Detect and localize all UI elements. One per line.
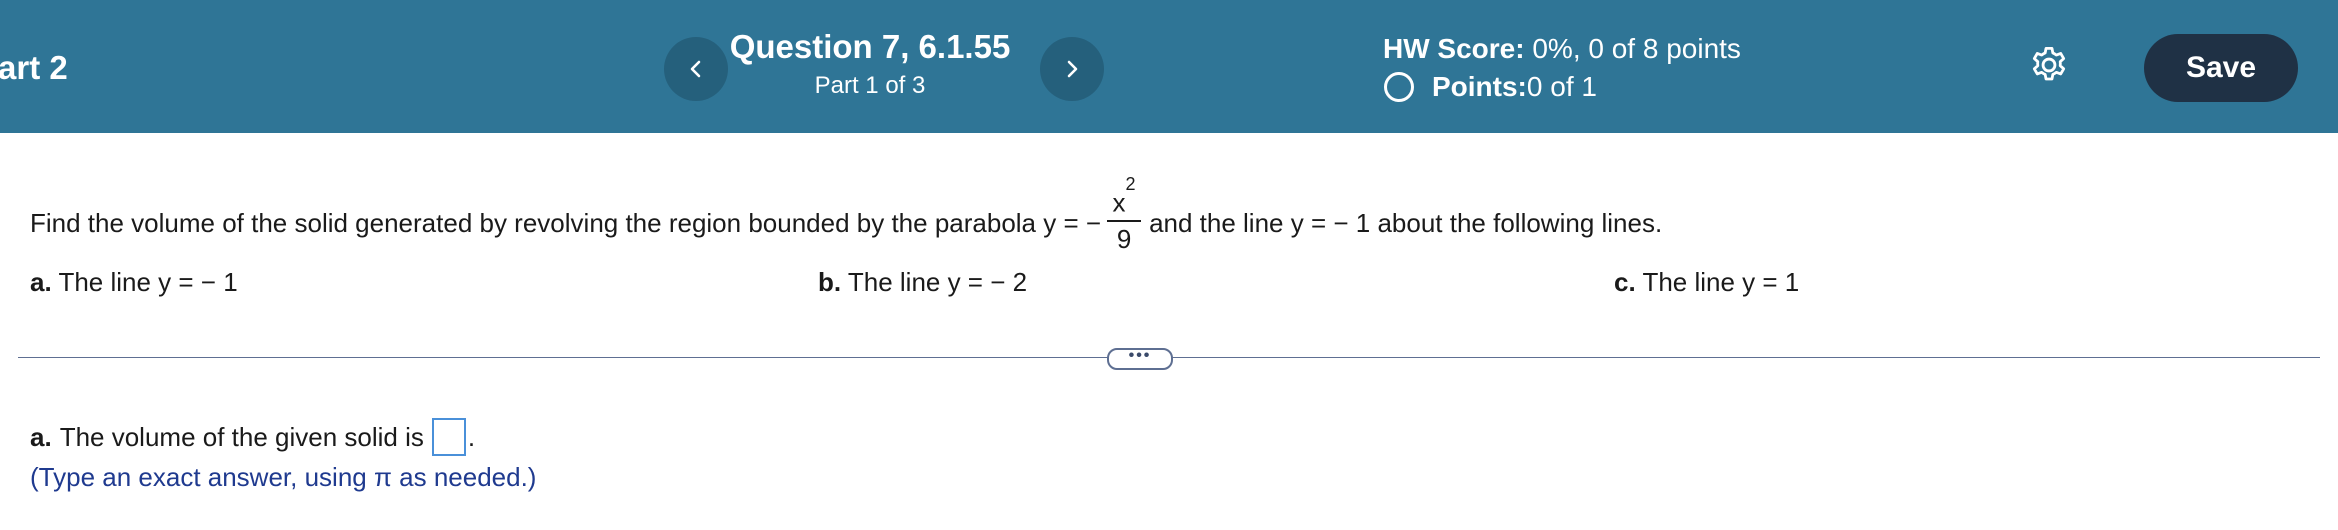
points-row: Points: 0 of 1: [1383, 68, 1741, 106]
fraction-bar: [1107, 219, 1142, 222]
part-text: The line y = 1: [1635, 267, 1800, 297]
answer-prompt: The volume of the given solid is: [59, 422, 424, 452]
ellipsis-icon: •••: [1128, 347, 1152, 364]
part-text: The line y = − 2: [841, 267, 1028, 297]
previous-question-button[interactable]: [664, 37, 728, 101]
header-bar: art 2 Question 7, 6.1.55 Part 1 of 3 HW …: [0, 0, 2338, 133]
assignment-part-title: art 2: [0, 49, 68, 86]
answer-hint: (Type an exact answer, using π as needed…: [30, 462, 537, 492]
part-a-label: a. The line y = − 1: [30, 265, 238, 299]
fraction-denominator: 9: [1116, 223, 1132, 254]
answer-part-letter: a.: [30, 422, 52, 452]
part-b-label: b. The line y = − 2: [818, 265, 1027, 299]
part-text: The line y = − 1: [51, 267, 238, 297]
question-info: Question 7, 6.1.55 Part 1 of 3: [720, 26, 1020, 103]
points-status-icon: [1384, 72, 1414, 102]
answer-line: a. The volume of the given solid is .: [30, 418, 475, 456]
fraction-exponent: 2: [1125, 174, 1136, 194]
answer-input-box[interactable]: [431, 418, 466, 456]
question-title: Question 7, 6.1.55: [729, 28, 1011, 65]
hw-score-value: 0%, 0 of 8 points: [1524, 33, 1741, 64]
question-part: Part 1 of 3: [814, 72, 926, 99]
problem-statement: Find the volume of the solid generated b…: [30, 174, 1663, 260]
chevron-left-icon: [690, 60, 701, 78]
part-c-label: c. The line y = 1: [1614, 265, 1799, 299]
save-button[interactable]: Save: [2144, 34, 2298, 102]
part-letter: c.: [1614, 267, 1636, 297]
score-panel: HW Score: 0%, 0 of 8 points Points: 0 of…: [1383, 30, 1741, 106]
fraction-numerator: x: [1112, 187, 1126, 218]
chevron-right-icon: [1067, 60, 1078, 78]
problem-text-before: Find the volume of the solid generated b…: [30, 208, 1102, 239]
problem-text-after: and the line y = − 1 about the following…: [1149, 208, 1663, 239]
points-label: Points:: [1432, 71, 1527, 102]
fraction-x-squared-over-9: x2 9: [1107, 174, 1142, 254]
points-value: 0 of 1: [1526, 71, 1597, 102]
next-question-button[interactable]: [1040, 37, 1104, 101]
part-letter: a.: [30, 267, 52, 297]
hw-score: HW Score: 0%, 0 of 8 points: [1383, 30, 1741, 68]
answer-period: .: [467, 422, 476, 452]
settings-gear-icon[interactable]: [2028, 44, 2070, 86]
expand-content-button[interactable]: •••: [1107, 348, 1173, 370]
hw-score-label: HW Score:: [1383, 33, 1525, 64]
part-letter: b.: [818, 267, 842, 297]
